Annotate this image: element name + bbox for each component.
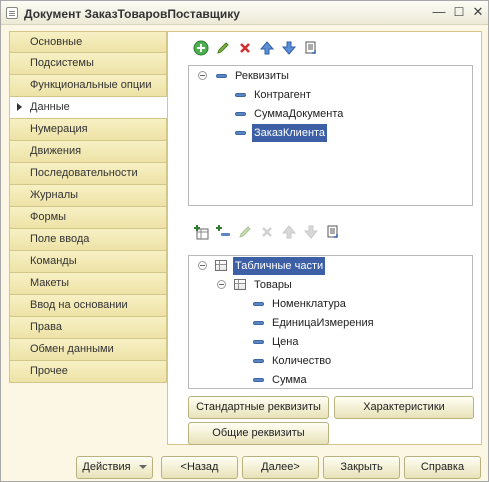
red-x-icon[interactable] (236, 40, 254, 58)
attribute-icon (253, 340, 264, 344)
pencil-icon[interactable] (214, 40, 232, 58)
tab-input-field[interactable]: Поле ввода (9, 229, 167, 251)
data-panel: Реквизиты Контрагент СуммаДокумента Зака… (167, 31, 482, 445)
tree-item-label: ЕдиницаИзмерения (272, 317, 374, 329)
close-icon[interactable]: ✕ (471, 5, 485, 19)
tab-other[interactable]: Прочее (9, 361, 167, 383)
window-title: Документ ЗаказТоваровПоставщику (24, 7, 240, 21)
collapse-icon[interactable] (198, 71, 207, 80)
actions-dropdown-button[interactable]: Действия (76, 456, 153, 479)
characteristics-button[interactable]: Характеристики (334, 396, 474, 419)
tree-item-label: Контрагент (254, 89, 311, 101)
tab-input-by-basis[interactable]: Ввод на основании (9, 295, 167, 317)
maximize-icon[interactable]: ☐ (452, 5, 466, 19)
attribute-icon (235, 131, 246, 135)
chevron-down-icon (138, 465, 147, 470)
tree-item-label: Сумма (272, 374, 307, 386)
property-tabs: Основные Подсистемы Функциональные опции… (9, 31, 168, 383)
tab-templates[interactable]: Макеты (9, 273, 167, 295)
tab-subsystems[interactable]: Подсистемы (9, 53, 167, 75)
tab-forms[interactable]: Формы (9, 207, 167, 229)
attributes-toolbar (192, 40, 332, 60)
actions-label: Действия (82, 461, 131, 473)
list-icon[interactable] (302, 40, 320, 58)
tree-root-label: Реквизиты (235, 70, 289, 82)
attribute-icon (235, 112, 246, 116)
tree-item-label: Цена (272, 336, 299, 348)
arrow-up-icon[interactable] (280, 224, 298, 242)
tab-rights[interactable]: Права (9, 317, 167, 339)
tabular-toolbar (192, 224, 352, 244)
table-icon (234, 279, 246, 290)
title-bar: Документ ЗаказТоваровПоставщику — ☐ ✕ (1, 1, 488, 25)
tab-data[interactable]: Данные (9, 97, 168, 119)
designer-window: Документ ЗаказТоваровПоставщику — ☐ ✕ Ос… (0, 0, 489, 482)
help-button[interactable]: Справка (404, 456, 481, 479)
tab-journals[interactable]: Журналы (9, 185, 167, 207)
attribute-icon (253, 321, 264, 325)
tree-item-label: Номенклатура (272, 298, 346, 310)
tree-item-label: СуммаДокумента (254, 108, 344, 120)
standard-attributes-button[interactable]: Стандартные реквизиты (188, 396, 329, 419)
tabular-parts-tree[interactable]: Табличные части Товары Номенклатура Един… (188, 255, 473, 389)
tab-numbering[interactable]: Нумерация (9, 119, 167, 141)
tab-sequences[interactable]: Последовательности (9, 163, 167, 185)
tab-movements[interactable]: Движения (9, 141, 167, 163)
close-button[interactable]: Закрыть (323, 456, 400, 479)
tab-data-exchange[interactable]: Обмен данными (9, 339, 167, 361)
tab-functional-options[interactable]: Функциональные опции (9, 75, 167, 97)
next-button[interactable]: Далее> (242, 456, 319, 479)
tree-root-label: Табличные части (233, 257, 326, 275)
attribute-icon (253, 359, 264, 363)
collapse-icon[interactable] (198, 261, 207, 270)
common-attributes-button[interactable]: Общие реквизиты (188, 422, 329, 445)
attributes-tree[interactable]: Реквизиты Контрагент СуммаДокумента Зака… (188, 65, 473, 206)
arrow-down-icon[interactable] (280, 40, 298, 58)
list-icon[interactable] (324, 224, 342, 242)
attribute-icon (253, 378, 264, 382)
attribute-icon (216, 74, 227, 78)
tree-item-label: Товары (254, 279, 292, 291)
arrow-down-icon[interactable] (302, 224, 320, 242)
document-icon (6, 7, 18, 19)
attribute-icon (253, 302, 264, 306)
tab-main[interactable]: Основные (9, 31, 167, 53)
red-x-icon[interactable] (258, 224, 276, 242)
back-button[interactable]: <Назад (161, 456, 238, 479)
tab-commands[interactable]: Команды (9, 251, 167, 273)
attribute-icon (235, 93, 246, 97)
collapse-icon[interactable] (217, 280, 226, 289)
plus-circle-icon[interactable] (192, 40, 210, 58)
add-table-icon[interactable] (192, 224, 210, 242)
pencil-icon[interactable] (236, 224, 254, 242)
tree-item-label: Количество (272, 355, 332, 367)
table-icon (215, 260, 227, 271)
add-attribute-icon[interactable] (214, 224, 232, 242)
arrow-up-icon[interactable] (258, 40, 276, 58)
tree-item-label: ЗаказКлиента (252, 124, 328, 142)
minimize-icon[interactable]: — (432, 5, 446, 19)
